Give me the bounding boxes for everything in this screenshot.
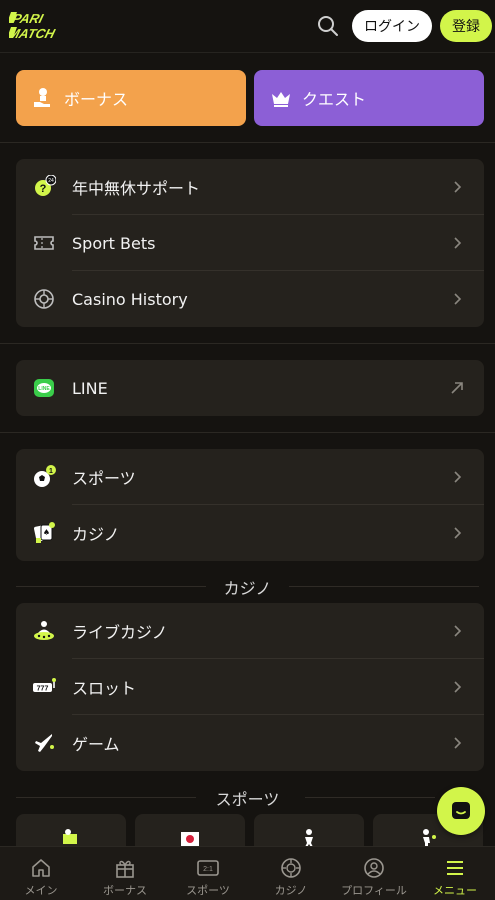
- chevron-right-icon: [454, 293, 462, 305]
- home-icon: [32, 859, 50, 877]
- bonus-hand-icon: [30, 85, 56, 111]
- svg-text:♠: ♠: [43, 528, 50, 537]
- app-header: PARI MATCH ログイン 登録: [0, 0, 495, 53]
- menu-item-label: ゲーム: [72, 735, 120, 754]
- register-button[interactable]: 登録: [440, 10, 492, 42]
- section-title-casino: カジノ: [0, 575, 495, 599]
- ticket-icon: [32, 231, 56, 255]
- nav-label: ボーナス: [103, 884, 147, 897]
- cards-icon: ♠: [32, 521, 56, 545]
- svg-text:24: 24: [48, 178, 54, 184]
- menu-item-casino-history[interactable]: Casino History: [16, 271, 484, 327]
- nav-item-main[interactable]: メイン: [0, 847, 82, 900]
- nav-item-menu[interactable]: メニュー: [414, 847, 495, 900]
- bottom-navigation: メイン ボーナス 2:1 スポーツ カジノ プロフィール メニュー: [0, 846, 495, 900]
- nav-label: メイン: [24, 884, 58, 897]
- product-menu-card: 1 スポーツ ♠ カジノ: [16, 449, 484, 561]
- slot-icon: 777: [32, 675, 56, 699]
- chip-icon: [281, 858, 301, 878]
- chevron-right-icon: [454, 237, 462, 249]
- chevron-right-icon: [454, 681, 462, 693]
- nav-label: プロフィール: [341, 884, 407, 897]
- roulette-icon: [32, 287, 56, 311]
- divider: [0, 343, 495, 344]
- menu-item-casino[interactable]: ♠ カジノ: [16, 505, 484, 561]
- parimatch-logo[interactable]: PARI MATCH: [7, 10, 99, 41]
- svg-text:777: 777: [37, 686, 49, 693]
- profile-icon: [364, 858, 384, 878]
- menu-item-sport-bets[interactable]: Sport Bets: [16, 215, 484, 271]
- live-casino-icon: [32, 619, 56, 643]
- login-button[interactable]: ログイン: [352, 10, 432, 42]
- nav-label: メニュー: [433, 884, 477, 897]
- menu-item-live-casino[interactable]: ライブカジノ: [16, 603, 484, 659]
- quest-button[interactable]: クエスト: [254, 70, 484, 126]
- nav-label: カジノ: [274, 884, 308, 897]
- scoreboard-badge: 2:1: [203, 866, 213, 873]
- chevron-right-icon: [454, 625, 462, 637]
- chevron-right-icon: [454, 181, 462, 193]
- nav-item-profile[interactable]: プロフィール: [333, 847, 415, 900]
- support-24-icon: ? 24: [32, 175, 56, 199]
- chevron-right-icon: [454, 471, 462, 483]
- chat-icon: [452, 802, 470, 819]
- quest-label: クエスト: [302, 90, 367, 109]
- menu-item-slots[interactable]: 777 スロット: [16, 659, 484, 715]
- line-app-icon: LINE: [32, 376, 56, 400]
- section-title-text: スポーツ: [207, 790, 288, 809]
- svg-text:1: 1: [49, 468, 53, 475]
- menu-item-games[interactable]: ゲーム: [16, 715, 484, 771]
- line-card: LINE LINE: [16, 360, 484, 416]
- external-link-icon: [451, 382, 463, 394]
- bonus-label: ボーナス: [64, 90, 129, 109]
- menu-item-label: スポーツ: [72, 469, 136, 488]
- account-menu-card: ? 24 年中無休サポート Sport Bets Casino History: [16, 159, 484, 327]
- menu-item-label: ライブカジノ: [72, 623, 168, 642]
- chevron-right-icon: [454, 527, 462, 539]
- menu-item-label: LINE: [72, 378, 108, 398]
- menu-item-sports[interactable]: 1 スポーツ: [16, 449, 484, 505]
- chevron-right-icon: [454, 737, 462, 749]
- section-title-text: カジノ: [215, 579, 280, 598]
- crown-icon: [268, 85, 294, 111]
- scoreboard-icon: 2:1: [197, 860, 219, 876]
- section-title-sports: スポーツ: [0, 786, 495, 810]
- casino-menu-card: ライブカジノ 777 スロット ゲーム: [16, 603, 484, 771]
- bonus-button[interactable]: ボーナス: [16, 70, 246, 126]
- nav-label: スポーツ: [186, 884, 230, 897]
- nav-item-casino[interactable]: カジノ: [250, 847, 332, 900]
- airplane-icon: [32, 731, 56, 755]
- menu-item-label: スロット: [72, 679, 137, 698]
- divider: [0, 142, 495, 143]
- soccer-ball-icon: 1: [32, 465, 56, 489]
- menu-item-label: カジノ: [72, 525, 120, 544]
- menu-item-label: 年中無休サポート: [72, 179, 201, 198]
- nav-item-bonus[interactable]: ボーナス: [84, 847, 166, 900]
- gift-icon: [116, 860, 134, 878]
- menu-item-label: Sport Bets: [72, 233, 156, 253]
- search-icon[interactable]: [316, 14, 340, 38]
- menu-item-label: Casino History: [72, 289, 188, 309]
- divider: [0, 432, 495, 433]
- menu-icon: [447, 861, 463, 875]
- menu-item-line[interactable]: LINE LINE: [16, 360, 484, 416]
- svg-text:LINE: LINE: [38, 386, 50, 392]
- nav-item-sports[interactable]: 2:1 スポーツ: [167, 847, 249, 900]
- menu-item-support[interactable]: ? 24 年中無休サポート: [16, 159, 484, 215]
- svg-text:?: ?: [40, 183, 47, 195]
- chat-button[interactable]: [437, 787, 485, 835]
